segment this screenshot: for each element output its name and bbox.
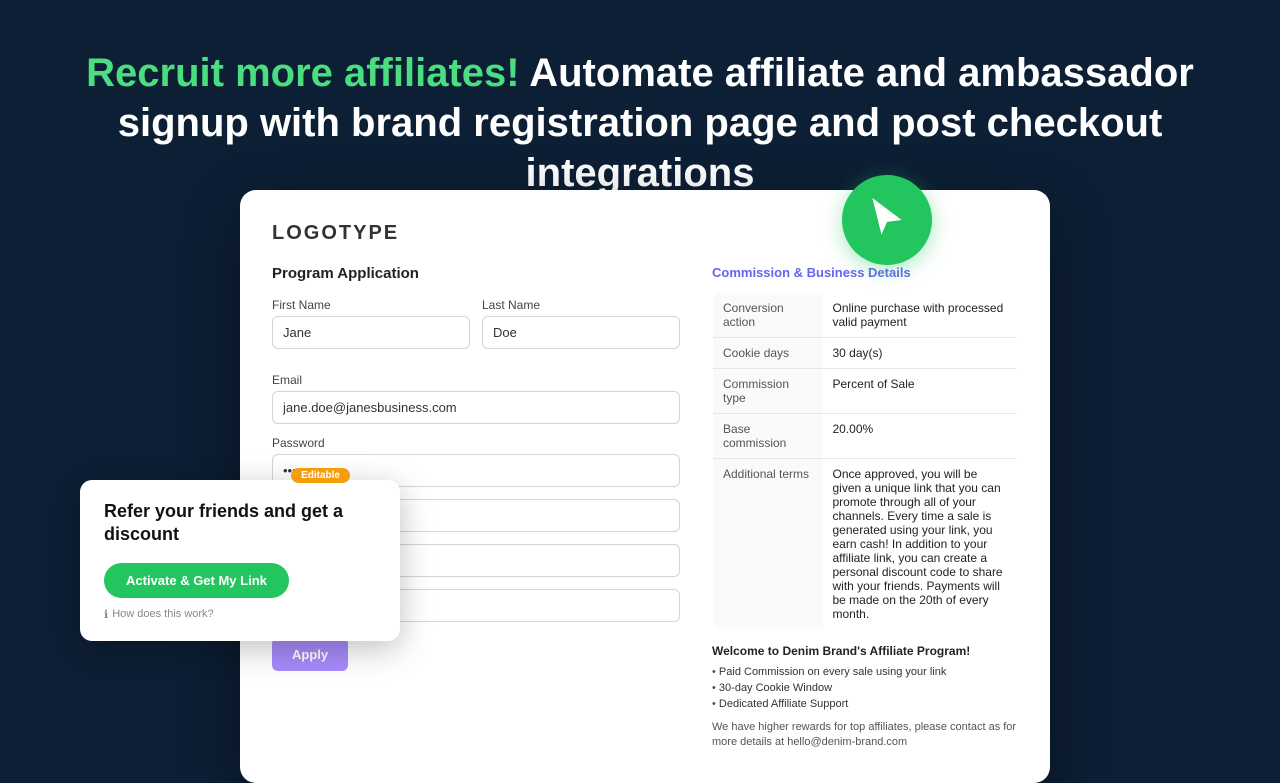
list-item: 30-day Cookie Window	[712, 682, 1018, 694]
form-section-title: Program Application	[272, 265, 680, 282]
first-name-group: First Name	[272, 298, 470, 349]
email-group: Email	[272, 373, 680, 424]
table-row: Additional termsOnce approved, you will …	[713, 459, 1018, 630]
row-label: Commission type	[713, 369, 823, 414]
how-link[interactable]: ℹ How does this work?	[104, 608, 376, 621]
hero-section: Recruit more affiliates! Automate affili…	[0, 0, 1280, 218]
row-label: Base commission	[713, 414, 823, 459]
commission-panel: Commission & Business Details Conversion…	[712, 265, 1018, 751]
row-value: 20.00%	[823, 414, 1018, 459]
apply-button[interactable]: Apply	[272, 638, 348, 671]
first-name-input[interactable]	[272, 316, 470, 349]
first-name-label: First Name	[272, 298, 470, 312]
password-label: Password	[272, 436, 680, 450]
welcome-title: Welcome to Denim Brand's Affiliate Progr…	[712, 644, 1018, 658]
email-input[interactable]	[272, 391, 680, 424]
referral-headline: Refer your friends and get a discount	[104, 500, 376, 547]
commission-title: Commission & Business Details	[712, 265, 1018, 280]
table-row: Cookie days30 day(s)	[713, 338, 1018, 369]
commission-table: Conversion actionOnline purchase with pr…	[712, 292, 1018, 630]
list-item: Dedicated Affiliate Support	[712, 698, 1018, 710]
footer-note: We have higher rewards for top affiliate…	[712, 720, 1018, 751]
bullet-list: Paid Commission on every sale using your…	[712, 666, 1018, 710]
list-item: Paid Commission on every sale using your…	[712, 666, 1018, 678]
row-value: Online purchase with processed valid pay…	[823, 293, 1018, 338]
referral-popup: Editable Refer your friends and get a di…	[80, 480, 400, 641]
cursor-icon	[865, 198, 909, 242]
how-label: How does this work?	[112, 608, 214, 620]
table-row: Commission typePercent of Sale	[713, 369, 1018, 414]
row-label: Cookie days	[713, 338, 823, 369]
last-name-label: Last Name	[482, 298, 680, 312]
brand-icon	[842, 175, 932, 265]
hero-green-text: Recruit more affiliates!	[86, 51, 519, 95]
name-row: First Name Last Name	[272, 298, 680, 361]
editable-badge: Editable	[291, 468, 350, 483]
row-value: Once approved, you will be given a uniqu…	[823, 459, 1018, 630]
table-row: Conversion actionOnline purchase with pr…	[713, 293, 1018, 338]
info-icon: ℹ	[104, 608, 108, 621]
row-value: Percent of Sale	[823, 369, 1018, 414]
row-label: Conversion action	[713, 293, 823, 338]
activate-button[interactable]: Activate & Get My Link	[104, 563, 289, 598]
hero-title: Recruit more affiliates! Automate affili…	[80, 48, 1200, 198]
row-value: 30 day(s)	[823, 338, 1018, 369]
last-name-input[interactable]	[482, 316, 680, 349]
row-label: Additional terms	[713, 459, 823, 630]
email-label: Email	[272, 373, 680, 387]
last-name-group: Last Name	[482, 298, 680, 349]
table-row: Base commission20.00%	[713, 414, 1018, 459]
